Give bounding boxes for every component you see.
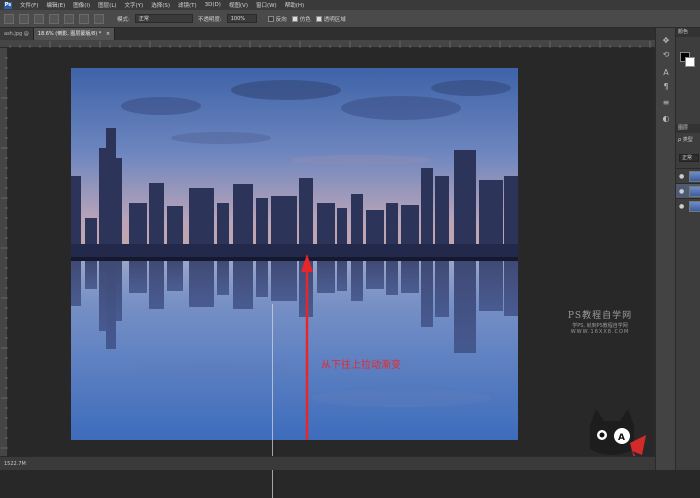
status-bar: 1522.7M	[0, 456, 655, 470]
opacity-label: 不透明度:	[197, 16, 222, 23]
top-ruler[interactable]	[0, 40, 655, 48]
gradient-drag-arrow: 从下往上拉动渐变	[301, 254, 401, 440]
move-icon[interactable]: ✥	[661, 36, 671, 45]
opacity-input[interactable]: 100%	[226, 14, 257, 23]
reflected-gradient-icon[interactable]	[79, 13, 89, 24]
layer-row[interactable]: ●	[676, 183, 700, 198]
watermark: PS教程自学网 学PS, 就到PS教程自学网 WWW.16XX8.COM	[540, 308, 660, 335]
layers-panel-tab[interactable]: 图层	[676, 124, 700, 133]
ruler-ticks-top	[9, 41, 651, 48]
transparency-option[interactable]: 透明区域	[315, 15, 346, 23]
gradient-picker-icon[interactable]	[19, 13, 29, 24]
properties-icon[interactable]: ≡	[661, 98, 671, 107]
mode-label: 模式:	[117, 16, 130, 23]
transparency-checkbox[interactable]	[315, 15, 322, 22]
transparency-label: 透明区域	[323, 16, 346, 23]
options-bar: 模式: 正常 不透明度: 100% 反向 仿色 透明区域	[0, 10, 700, 28]
watermark-subtitle: 学PS, 就到PS教程自学网	[572, 323, 628, 329]
menu-type[interactable]: 文字(Y)	[125, 1, 144, 9]
mode-select[interactable]: 正常	[134, 14, 193, 23]
visibility-eye-icon[interactable]: ●	[679, 203, 684, 210]
reverse-label: 反向	[275, 16, 287, 23]
menu-file[interactable]: 文件(F)	[20, 1, 38, 9]
history-icon[interactable]: ⟲	[661, 50, 671, 59]
reverse-checkbox[interactable]	[267, 15, 274, 22]
dither-checkbox[interactable]	[291, 15, 298, 22]
menu-edit[interactable]: 编辑(E)	[46, 1, 65, 9]
status-text: 1522.7M	[4, 460, 26, 467]
document-tab-bar: ash.jpg @ 18.6% (倒影, 图层蒙版/8) * ×	[0, 28, 655, 40]
menu-window[interactable]: 窗口(W)	[256, 1, 277, 9]
tab-reflection-label: 18.6% (倒影, 图层蒙版/8) *	[37, 31, 102, 37]
tab-reflection[interactable]: 18.6% (倒影, 图层蒙版/8) * ×	[33, 28, 116, 40]
arrow-head	[301, 254, 313, 272]
panel-icon-strip: ✥ ⟲ A ¶ ≡ ◐	[655, 28, 675, 470]
layer-kind-filter[interactable]: ρ 类型	[676, 136, 700, 145]
layer-thumbnail	[689, 171, 700, 182]
dither-option[interactable]: 仿色	[291, 15, 311, 23]
visibility-eye-icon[interactable]: ●	[679, 173, 684, 180]
blend-mode-select[interactable]: 正常	[679, 154, 699, 162]
layer-row[interactable]: ●	[676, 198, 700, 213]
tab-ash[interactable]: ash.jpg @	[0, 28, 34, 40]
angle-gradient-icon[interactable]	[64, 13, 74, 24]
gradient-annotation: 从下往上拉动渐变	[321, 358, 401, 371]
visibility-eye-icon[interactable]: ●	[679, 188, 684, 195]
gradient-tool-icon[interactable]	[4, 13, 14, 24]
canvas-area[interactable]: 从下往上拉动渐变	[8, 48, 655, 498]
right-panels: 颜色 图层 ρ 类型 正常 ● ● ●	[675, 28, 700, 470]
menu-view[interactable]: 视图(V)	[229, 1, 248, 9]
background-color-swatch[interactable]	[685, 57, 695, 67]
color-panel-tab[interactable]: 颜色	[676, 28, 700, 37]
layer-thumbnail	[689, 201, 700, 212]
menu-filter[interactable]: 滤镜(T)	[178, 1, 197, 9]
left-ruler[interactable]	[0, 48, 8, 456]
adjust-icon[interactable]: ◐	[661, 114, 671, 123]
svg-text:A: A	[618, 433, 625, 443]
menu-select[interactable]: 选择(S)	[151, 1, 170, 9]
menu-3d[interactable]: 3D(D)	[205, 2, 221, 8]
close-icon[interactable]: ×	[106, 31, 110, 37]
layer-thumbnail	[689, 186, 700, 197]
diamond-gradient-icon[interactable]	[94, 13, 104, 24]
type-icon[interactable]: A	[661, 68, 671, 77]
tab-ash-label: ash.jpg @	[4, 31, 29, 37]
menu-bar: Ps 文件(F) 编辑(E) 图像(I) 图层(L) 文字(Y) 选择(S) 滤…	[0, 0, 700, 10]
menu-help[interactable]: 帮助(H)	[285, 1, 304, 9]
photoshop-logo-icon: Ps	[4, 1, 12, 9]
watermark-url: WWW.16XX8.COM	[570, 329, 630, 335]
radial-gradient-icon[interactable]	[49, 13, 59, 24]
paragraph-icon[interactable]: ¶	[661, 82, 671, 91]
layer-row[interactable]: ●	[676, 168, 700, 183]
linear-gradient-icon[interactable]	[34, 13, 44, 24]
watermark-title: PS教程自学网	[567, 311, 633, 321]
document-image[interactable]: 从下往上拉动渐变	[71, 68, 518, 440]
dither-label: 仿色	[299, 16, 311, 23]
menu-layer[interactable]: 图层(L)	[98, 1, 116, 9]
reverse-option[interactable]: 反向	[267, 15, 287, 23]
ruler-ticks-left	[1, 57, 8, 449]
menu-image[interactable]: 图像(I)	[73, 1, 90, 9]
